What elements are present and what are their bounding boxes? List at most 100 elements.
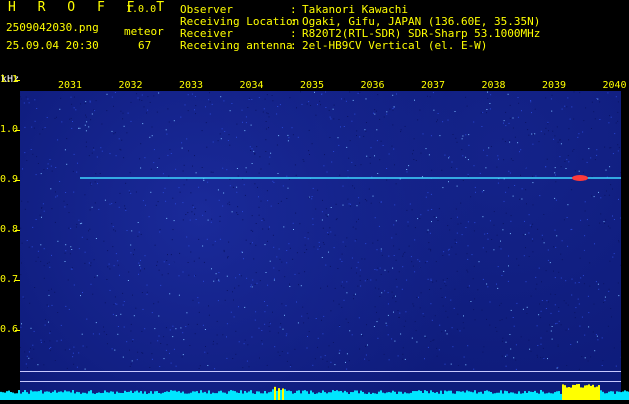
signal-level-sample [248,391,250,400]
signal-level-sample [382,393,384,400]
signal-level-sample [328,392,330,400]
signal-level-sample [362,392,364,400]
signal-level-sample [250,390,252,400]
y-tick-mark [15,330,20,331]
signal-level-sample [34,391,36,400]
signal-level-sample [386,392,388,400]
signal-level-sample [378,392,380,400]
signal-level-sample [336,390,338,400]
signal-level-sample [424,390,426,400]
signal-level-sample [432,392,434,400]
info-value-antenna: 2el-HB9CV Vertical (el. E-W) [302,40,487,52]
signal-level-sample [624,390,626,400]
signal-level-sample [358,393,360,400]
signal-level-sample [488,391,490,400]
signal-level-sample [124,391,126,400]
signal-level-sample [456,391,458,400]
signal-level-sample [148,393,150,400]
signal-level-sample [206,393,208,400]
signal-level-sample [136,391,138,400]
signal-level-sample [172,391,174,400]
signal-level-sample [146,394,148,400]
signal-level-sample [612,391,614,400]
x-tick-label: 2040 [603,81,627,91]
signal-level-sample [62,392,64,400]
signal-level-sample [26,392,28,400]
signal-level-sample [226,394,228,400]
signal-level-sample [284,389,286,400]
signal-level-sample [30,390,32,400]
signal-level-sample [304,390,306,400]
signal-level-sample [128,392,130,400]
signal-level-sample [94,394,96,400]
signal-level-sample [110,391,112,400]
signal-level-sample [36,391,38,400]
signal-level-sample [400,392,402,400]
signal-level-sample [218,391,220,400]
signal-level-sample [370,394,372,400]
signal-level-sample [150,391,152,400]
signal-level-sample [484,391,486,400]
signal-level-sample [234,391,236,400]
signal-level-sample [452,393,454,400]
spectrogram-plot [20,91,621,400]
signal-level-sample [272,389,274,400]
signal-level-sample [58,392,60,400]
signal-level-sample [162,393,164,400]
observation-datetime: 25.09.04 20:30 [6,40,99,52]
signal-level-sample [8,391,10,400]
signal-level-sample [112,392,114,400]
signal-level-sample [588,384,590,400]
signal-level-sample [372,393,374,400]
signal-level-sample [278,388,280,400]
signal-level-sample [552,393,554,400]
signal-level-sample [440,391,442,400]
signal-level-sample [334,391,336,400]
signal-level-sample [160,394,162,400]
signal-level-sample [270,392,272,400]
signal-level-sample [550,393,552,400]
signal-level-sample [108,393,110,400]
signal-level-sample [292,394,294,400]
signal-level-sample [204,392,206,400]
signal-level-sample [286,391,288,400]
signal-level-sample [178,391,180,400]
signal-level-sample [122,393,124,400]
signal-level-sample [302,391,304,400]
x-tick-label: 2039 [542,81,566,91]
signal-level-sample [498,393,500,400]
x-tick-label: 2037 [421,81,445,91]
signal-level-sample [476,394,478,400]
x-tick-label: 2034 [240,81,264,91]
signal-level-sample [260,393,262,400]
signal-level-sample [50,393,52,400]
signal-level-sample [574,385,576,400]
signal-level-sample [384,393,386,400]
signal-level-sample [192,391,194,400]
signal-level-sample [22,392,24,400]
signal-level-sample [502,394,504,400]
signal-level-sample [98,392,100,400]
signal-level-sample [340,391,342,400]
signal-level-sample [604,393,606,400]
signal-level-sample [190,393,192,400]
signal-level-sample [514,393,516,400]
signal-level-sample [290,391,292,400]
signal-level-sample [350,392,352,400]
signal-level-sample [324,392,326,400]
signal-level-sample [114,394,116,400]
signal-level-sample [102,393,104,400]
signal-level-sample [186,394,188,400]
signal-level-sample [2,392,4,400]
signal-level-sample [402,394,404,400]
signal-level-sample [66,391,68,400]
signal-level-sample [306,391,308,400]
signal-level-sample [118,393,120,400]
signal-level-sample [158,393,160,400]
signal-level-sample [420,391,422,400]
baseline-line-lower [20,381,621,382]
signal-level-sample [20,394,22,400]
y-tick-mark [15,130,20,131]
info-separator: : [290,40,297,52]
signal-level-sample [224,393,226,400]
